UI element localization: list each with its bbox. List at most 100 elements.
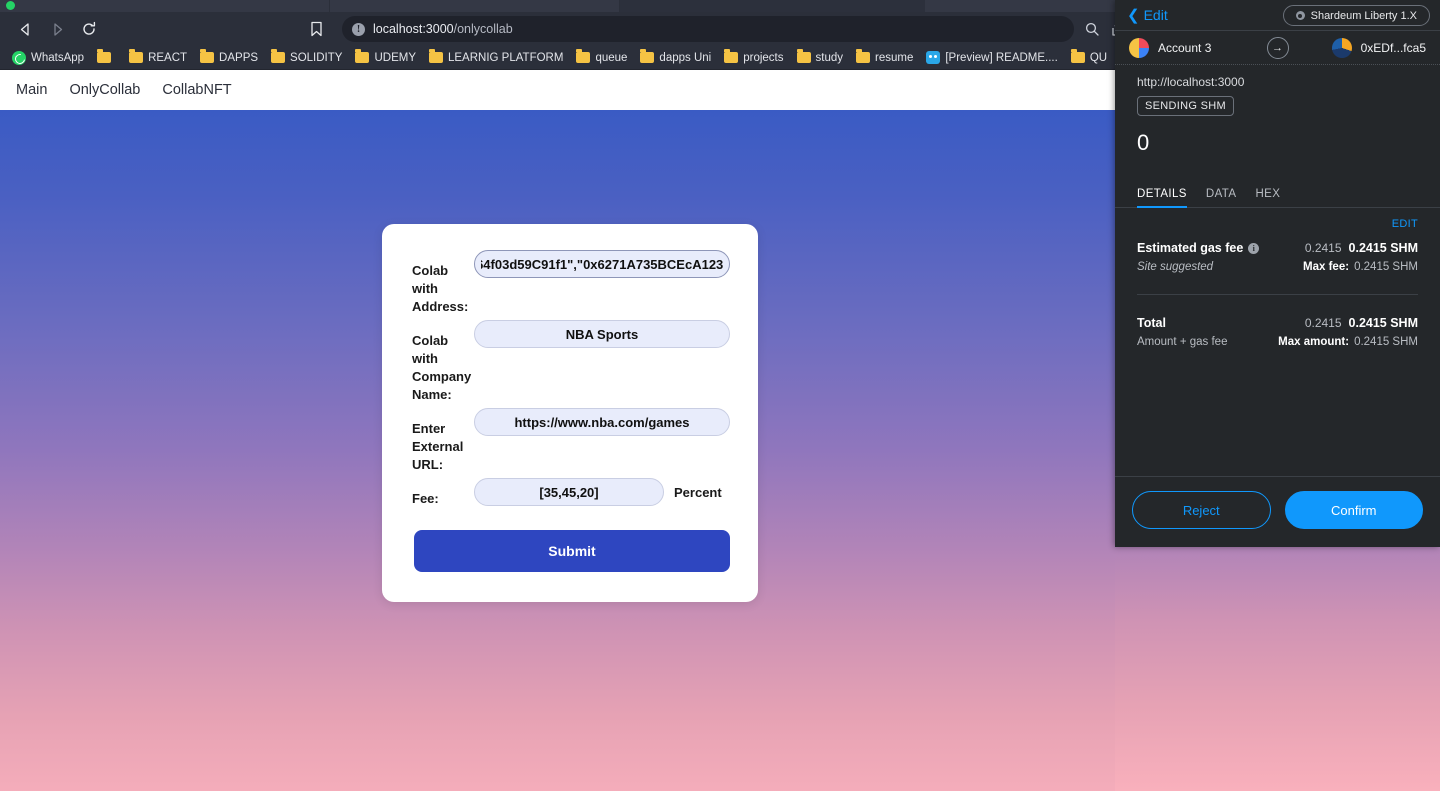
bookmarks-bar: WhatsApp REACT DAPPS SOLIDITY UDEMY LEAR… <box>0 46 1140 70</box>
bookmark-item[interactable]: [Preview] README.... <box>920 49 1063 66</box>
screen-root: ! localhost:3000/onlycollab WhatsApp REA… <box>0 0 1440 791</box>
bookmark-label: resume <box>875 51 914 64</box>
search-icon[interactable] <box>1084 21 1100 37</box>
address-bar[interactable]: ! localhost:3000/onlycollab <box>342 16 1074 42</box>
site-info-icon[interactable]: ! <box>352 22 365 36</box>
nav-link-collabnft[interactable]: CollabNFT <box>162 82 231 98</box>
bookmark-item[interactable]: SOLIDITY <box>265 49 348 66</box>
colab-company-input[interactable] <box>474 320 730 348</box>
bookmark-item[interactable]: LEARNIG PLATFORM <box>423 49 569 66</box>
folder-icon <box>640 49 655 63</box>
fee-unit-label: Percent <box>674 484 722 500</box>
browser-tab[interactable] <box>330 0 620 12</box>
bookmark-item[interactable]: resume <box>850 49 919 66</box>
bookmark-item[interactable]: WhatsApp <box>6 49 90 67</box>
bookmark-icon[interactable] <box>302 15 330 43</box>
transfer-accounts-row: Account 3 → 0xEDf...fca5 <box>1115 31 1440 65</box>
gas-fee-subrow: Site suggested Max fee: 0.2415 SHM <box>1137 261 1418 273</box>
forward-arrow-icon <box>42 15 72 43</box>
total-values: 0.2415 0.2415 SHM <box>1305 316 1418 330</box>
from-account[interactable]: Account 3 <box>1129 37 1211 58</box>
field-row-fee: Fee: Percent <box>412 478 730 508</box>
browser-tab[interactable] <box>925 0 1140 12</box>
gas-fee-values: 0.2415 0.2415 SHM <box>1305 241 1418 255</box>
fee-input[interactable] <box>474 478 664 506</box>
bookmark-item[interactable]: QU <box>1065 49 1113 66</box>
back-arrow-icon[interactable] <box>10 15 40 43</box>
reload-icon[interactable] <box>74 15 104 43</box>
confirm-button[interactable]: Confirm <box>1284 491 1423 529</box>
tab-strip[interactable] <box>0 0 1140 12</box>
browser-tab[interactable] <box>0 0 330 12</box>
github-icon <box>926 51 941 64</box>
reject-button[interactable]: Reject <box>1132 491 1271 529</box>
chevron-left-icon: ❮ <box>1127 6 1140 24</box>
bookmark-item[interactable]: DAPPS <box>194 49 264 66</box>
metamask-action-bar: Reject Confirm <box>1115 476 1440 547</box>
divider <box>1137 294 1418 295</box>
browser-tab-active[interactable] <box>620 0 925 12</box>
bookmark-item[interactable]: projects <box>718 49 789 66</box>
bookmark-label: projects <box>743 51 784 64</box>
gas-fee-source: Site suggested <box>1137 261 1214 273</box>
bookmark-item[interactable]: REACT <box>123 49 193 66</box>
nav-link-main[interactable]: Main <box>16 82 47 98</box>
gas-max-fee: Max fee: 0.2415 SHM <box>1303 261 1418 273</box>
max-amount: Max amount: 0.2415 SHM <box>1278 336 1418 348</box>
external-url-input[interactable] <box>474 408 730 436</box>
folder-icon <box>97 49 112 63</box>
label-fee: Fee: <box>412 491 439 506</box>
bookmark-label: DAPPS <box>219 51 259 64</box>
network-selector[interactable]: Shardeum Liberty 1.X <box>1282 5 1430 26</box>
network-status-icon <box>1295 11 1305 20</box>
field-row-url: Enter External URL: <box>412 408 730 474</box>
folder-icon <box>271 49 286 63</box>
total-native: 0.2415 SHM <box>1348 316 1418 330</box>
bookmark-item[interactable] <box>91 49 122 65</box>
folder-icon <box>856 49 870 63</box>
metamask-confirm-popup: ❮ Edit Shardeum Liberty 1.X Account 3 → … <box>1115 0 1440 547</box>
browser-toolbar: ! localhost:3000/onlycollab <box>0 12 1140 46</box>
bookmark-item[interactable]: UDEMY <box>349 49 422 66</box>
bookmark-label: LEARNIG PLATFORM <box>447 51 564 64</box>
bookmark-item[interactable]: dapps Uni <box>634 49 717 66</box>
max-amount-value: 0.2415 SHM <box>1354 336 1418 348</box>
transaction-type-badge: SENDING SHM <box>1137 96 1234 116</box>
folder-icon <box>129 49 144 63</box>
bookmark-item[interactable]: study <box>791 49 850 66</box>
edit-back-label: Edit <box>1143 7 1168 23</box>
bookmark-label: WhatsApp <box>31 51 85 64</box>
edit-gas-button[interactable]: EDIT <box>1137 218 1418 230</box>
tab-favicon-icon <box>6 1 15 10</box>
colab-address-input[interactable] <box>474 250 730 278</box>
folder-icon <box>200 49 215 63</box>
to-account[interactable]: 0xEDf...fca5 <box>1331 37 1426 58</box>
to-account-label: 0xEDf...fca5 <box>1360 40 1426 55</box>
submit-button[interactable]: Submit <box>414 530 730 572</box>
nav-link-onlycollab[interactable]: OnlyCollab <box>69 82 140 98</box>
tab-details[interactable]: DETAILS <box>1137 178 1187 208</box>
label-colab-address: Colab with Address: <box>412 263 469 314</box>
info-icon[interactable]: i <box>1248 242 1260 254</box>
details-panel: EDIT Estimated gas fee i 0.2415 0.2415 SH… <box>1115 208 1440 476</box>
label-colab-company: Colab with Company Name: <box>412 333 472 402</box>
gas-fee-native: 0.2415 SHM <box>1348 241 1418 255</box>
metamask-tabs: DETAILS DATA HEX <box>1115 178 1440 208</box>
bookmark-item[interactable]: queue <box>570 49 633 66</box>
page-content: Colab with Address: Colab with Company N… <box>0 110 1140 791</box>
field-row-company: Colab with Company Name: <box>412 320 730 404</box>
edit-back-button[interactable]: ❮ Edit <box>1127 7 1168 23</box>
gas-fee-label: Estimated gas fee <box>1137 241 1244 255</box>
label-external-url: Enter External URL: <box>412 421 464 472</box>
tab-hex[interactable]: HEX <box>1255 178 1280 208</box>
bookmark-label: dapps Uni <box>659 51 712 64</box>
tab-data[interactable]: DATA <box>1206 178 1237 208</box>
bookmark-label: [Preview] README.... <box>945 51 1058 64</box>
bookmark-label: queue <box>595 51 628 64</box>
gas-max-fee-value: 0.2415 SHM <box>1354 261 1418 273</box>
browser-window: ! localhost:3000/onlycollab WhatsApp REA… <box>0 0 1140 791</box>
gas-max-fee-label: Max fee: <box>1303 261 1350 273</box>
total-label: Total <box>1137 316 1166 330</box>
gas-fee-fiat: 0.2415 <box>1304 241 1342 255</box>
max-amount-label: Max amount: <box>1278 336 1350 348</box>
